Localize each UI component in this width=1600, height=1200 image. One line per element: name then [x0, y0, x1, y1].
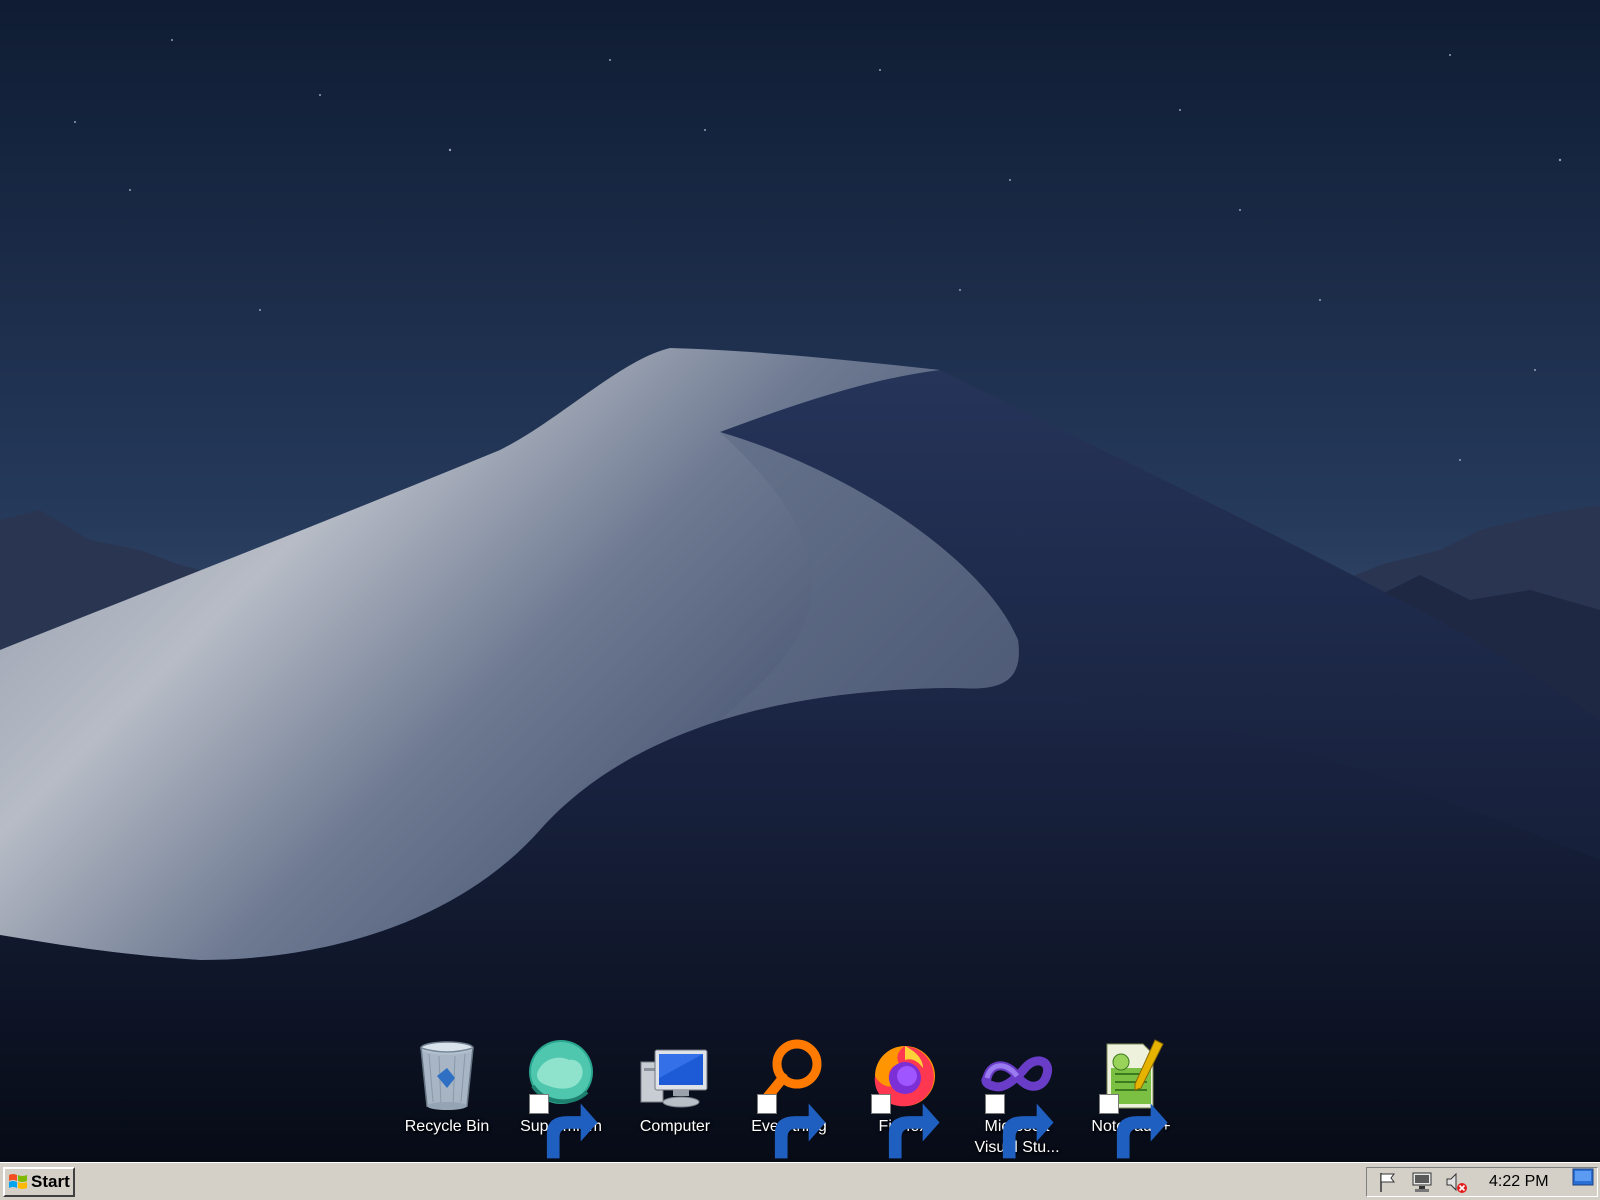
windows-logo-icon — [9, 1174, 27, 1189]
shortcut-arrow-icon — [985, 1094, 1054, 1159]
desktop-icon-recycle-bin[interactable]: Recycle Bin — [390, 1038, 504, 1162]
volume-muted-icon[interactable] — [1443, 1169, 1469, 1195]
action-center-flag-icon[interactable] — [1375, 1169, 1401, 1195]
notepad-plus-plus-icon — [1093, 1038, 1169, 1159]
desktop-icon-computer[interactable]: Computer — [618, 1038, 732, 1162]
desktop-icon-notepad-plus-plus[interactable]: Notepad++ — [1074, 1038, 1188, 1162]
recycle-bin-icon — [409, 1038, 485, 1114]
desktop-icon-row: Recycle Bin Supermium — [390, 1038, 1188, 1162]
everything-icon — [751, 1038, 827, 1159]
shortcut-arrow-icon — [1099, 1094, 1168, 1159]
desktop-icon-supermium[interactable]: Supermium — [504, 1038, 618, 1162]
firefox-icon — [865, 1038, 941, 1159]
show-desktop-icon[interactable] — [1572, 1168, 1594, 1186]
wallpaper — [0, 0, 1600, 1162]
taskbar: Start 4:22 PM — [0, 1162, 1600, 1200]
shortcut-arrow-icon — [757, 1094, 826, 1159]
clock[interactable]: 4:22 PM — [1489, 1173, 1549, 1191]
start-button[interactable]: Start — [3, 1167, 75, 1197]
desktop-icon-visual-studio[interactable]: Microsoft Visual Stu... — [960, 1038, 1074, 1162]
desktop[interactable]: Recycle Bin Supermium — [0, 0, 1600, 1162]
start-label: Start — [31, 1172, 70, 1191]
visual-studio-icon — [979, 1038, 1055, 1159]
network-icon[interactable] — [1409, 1169, 1435, 1195]
shortcut-arrow-icon — [871, 1094, 940, 1159]
shortcut-arrow-icon — [529, 1094, 598, 1159]
desktop-icon-label: Recycle Bin — [404, 1118, 490, 1135]
desktop-icon-label: Computer — [639, 1118, 711, 1135]
supermium-icon — [523, 1038, 599, 1159]
system-tray: 4:22 PM — [1366, 1167, 1598, 1197]
desktop-icon-everything[interactable]: Everything — [732, 1038, 846, 1162]
computer-icon — [637, 1038, 713, 1114]
desktop-icon-firefox[interactable]: Firefox — [846, 1038, 960, 1162]
